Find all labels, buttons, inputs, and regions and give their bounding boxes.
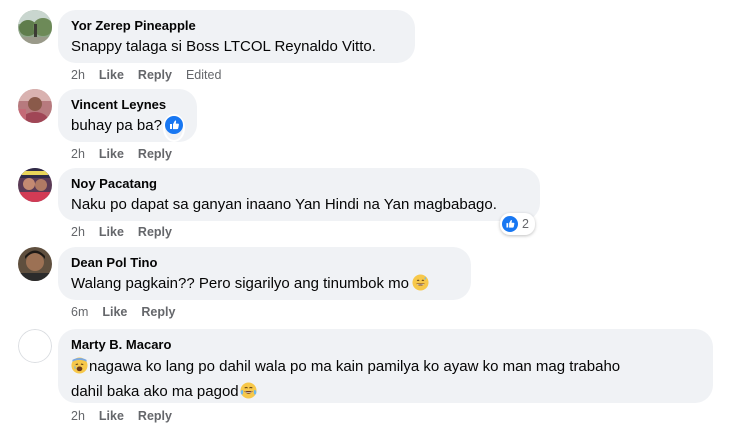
comment-bubble: Vincent Leynes buhay pa ba? xyxy=(58,89,197,142)
comment-timestamp[interactable]: 2h xyxy=(71,409,85,423)
comment-actions: 6m Like Reply xyxy=(71,304,189,320)
comment-timestamp[interactable]: 2h xyxy=(71,68,85,82)
avatar[interactable] xyxy=(18,10,52,44)
comment-text: buhay pa ba? xyxy=(71,116,184,140)
tears-of-joy-emoji xyxy=(240,382,257,405)
reply-button[interactable]: Reply xyxy=(138,409,172,423)
like-button[interactable]: Like xyxy=(102,305,127,319)
grinning-sweat-emoji xyxy=(412,274,429,297)
comment-text: Naku po dapat sa ganyan inaano Yan Hindi… xyxy=(71,196,497,213)
reaction-count[interactable]: 2 xyxy=(500,213,535,235)
comment-text-content: nagawa ko lang po dahil wala po ma kain … xyxy=(89,358,621,375)
comment-bubble: Marty B. Macaro nagawa ko lang po dahil … xyxy=(58,329,713,403)
comment-text-content: buhay pa ba? xyxy=(71,117,162,134)
comment-text: nagawa ko lang po dahil wala po ma kain … xyxy=(71,357,700,405)
comment-bubble: Dean Pol Tino Walang pagkain?? Pero siga… xyxy=(58,247,471,300)
comment-author[interactable]: Marty B. Macaro xyxy=(71,337,700,353)
comment-author[interactable]: Noy Pacatang xyxy=(71,176,527,192)
crying-sweat-emoji xyxy=(71,357,88,380)
comment-text-content: dahil baka ako ma pagod xyxy=(71,383,239,400)
reply-button[interactable]: Reply xyxy=(138,225,172,239)
comment-bubble: Yor Zerep Pineapple Snappy talaga si Bos… xyxy=(58,10,415,63)
comment-author[interactable]: Dean Pol Tino xyxy=(71,255,458,271)
avatar[interactable] xyxy=(18,247,52,281)
like-button[interactable]: Like xyxy=(99,147,124,161)
avatar[interactable] xyxy=(18,329,52,363)
like-icon[interactable] xyxy=(164,116,183,140)
like-button[interactable]: Like xyxy=(99,225,124,239)
reaction-count-value: 2 xyxy=(522,217,529,231)
like-button[interactable]: Like xyxy=(99,409,124,423)
comment-text: Snappy talaga si Boss LTCOL Reynaldo Vit… xyxy=(71,38,376,55)
like-button[interactable]: Like xyxy=(99,68,124,82)
comment-text: Walang pagkain?? Pero sigarilyo ang tinu… xyxy=(71,274,458,297)
comment-author[interactable]: Vincent Leynes xyxy=(71,97,184,113)
comment-timestamp[interactable]: 2h xyxy=(71,147,85,161)
comment-timestamp[interactable]: 6m xyxy=(71,305,88,319)
comment-actions: 2h Like Reply xyxy=(71,224,186,240)
comment-timestamp[interactable]: 2h xyxy=(71,225,85,239)
comment-author[interactable]: Yor Zerep Pineapple xyxy=(71,18,402,34)
comment-actions: 2h Like Reply xyxy=(71,408,186,424)
avatar[interactable] xyxy=(18,89,52,123)
comment-text-content: Walang pagkain?? Pero sigarilyo ang tinu… xyxy=(71,275,409,292)
edited-label[interactable]: Edited xyxy=(186,68,221,82)
avatar[interactable] xyxy=(18,168,52,202)
comment-text-line: nagawa ko lang po dahil wala po ma kain … xyxy=(71,357,700,380)
comment-actions: 2h Like Reply xyxy=(71,146,186,162)
reply-button[interactable]: Reply xyxy=(138,147,172,161)
reply-button[interactable]: Reply xyxy=(141,305,175,319)
like-icon xyxy=(502,216,518,232)
comment-text-line: dahil baka ako ma pagod xyxy=(71,382,700,405)
comment-actions: 2h Like Reply Edited xyxy=(71,67,235,83)
comment-bubble: Noy Pacatang Naku po dapat sa ganyan ina… xyxy=(58,168,540,221)
reply-button[interactable]: Reply xyxy=(138,68,172,82)
